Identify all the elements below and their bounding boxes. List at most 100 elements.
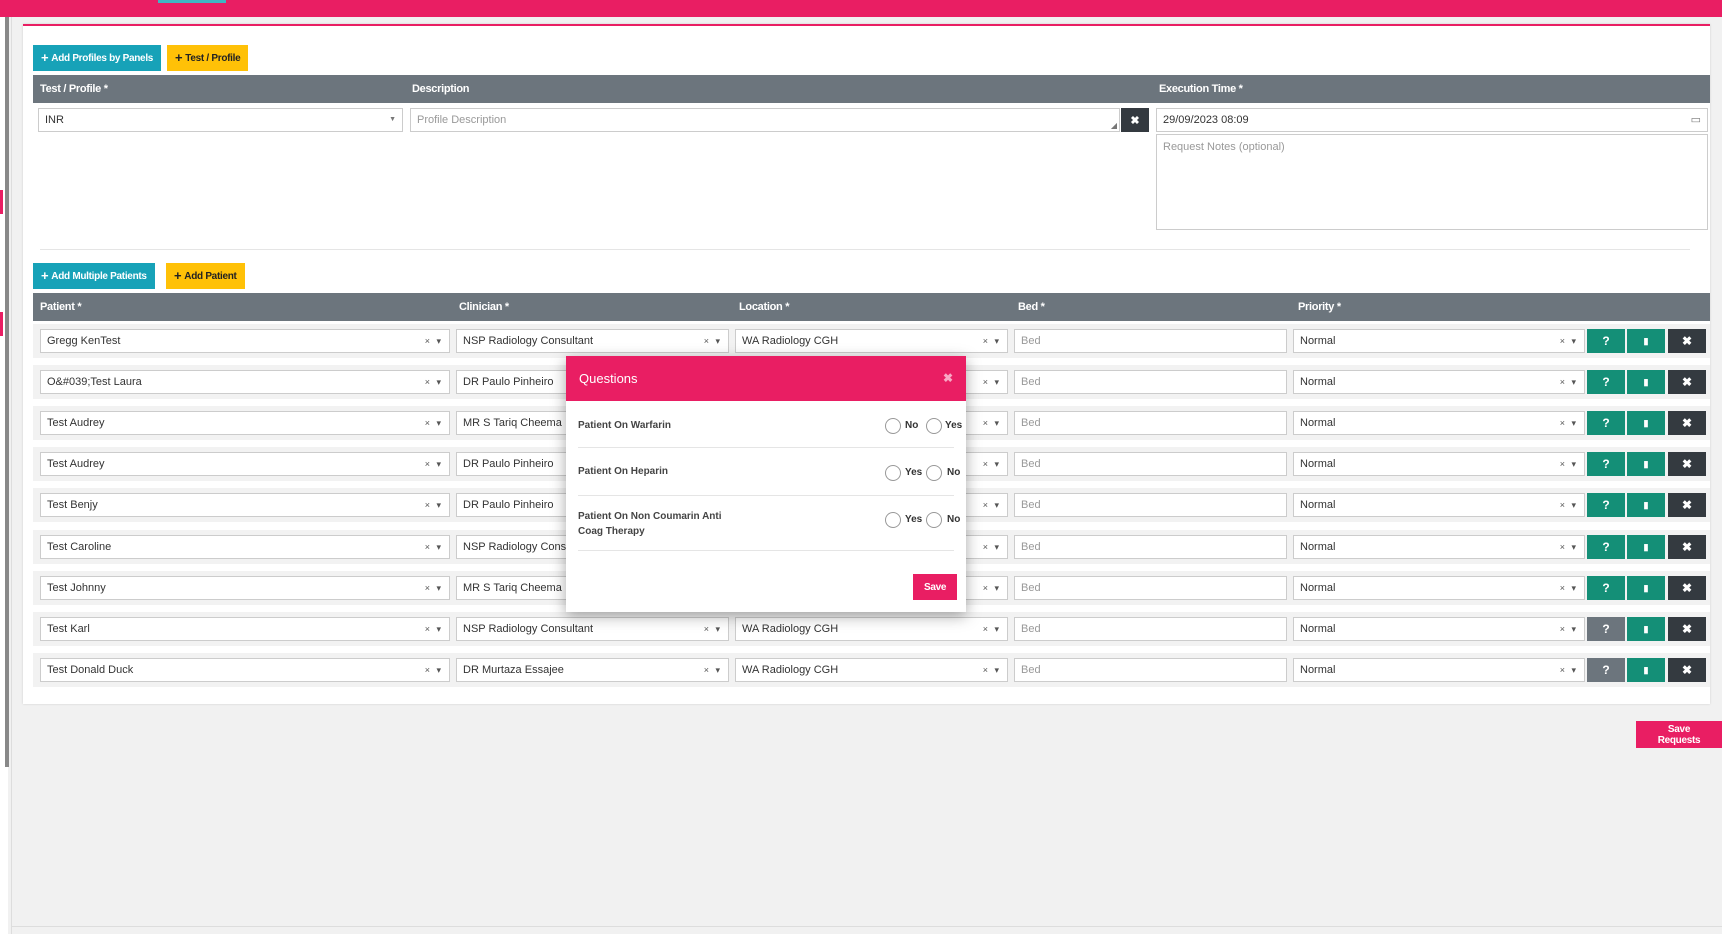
clear-and-chevron-icon[interactable]: × ▾ [1560, 459, 1578, 470]
priority-select[interactable]: Normal × ▾ [1293, 658, 1585, 682]
remove-row-button[interactable]: ✖ [1668, 452, 1706, 476]
remove-row-button[interactable]: ✖ [1668, 658, 1706, 682]
clear-and-chevron-icon[interactable]: × ▾ [425, 583, 443, 594]
remove-row-button[interactable]: ✖ [1668, 576, 1706, 600]
bed-select[interactable]: Bed [1014, 411, 1287, 435]
clear-and-chevron-icon[interactable]: × ▾ [983, 624, 1001, 635]
bed-select[interactable]: Bed [1014, 370, 1287, 394]
test-profile-select[interactable]: INR ▼ [38, 108, 403, 132]
clipboard-button[interactable]: ▮ [1627, 535, 1665, 559]
clear-and-chevron-icon[interactable]: × ▾ [1560, 336, 1578, 347]
priority-select[interactable]: Normal × ▾ [1293, 535, 1585, 559]
bed-select[interactable]: Bed [1014, 576, 1287, 600]
clear-description-button[interactable]: ✖ [1121, 108, 1149, 132]
location-select[interactable]: WA Radiology CGH × ▾ [735, 658, 1008, 682]
clipboard-button[interactable]: ▮ [1627, 617, 1665, 641]
radio-no[interactable] [926, 465, 942, 481]
patient-select[interactable]: Test Caroline × ▾ [40, 535, 450, 559]
questions-button[interactable]: ? [1587, 535, 1625, 559]
radio-yes[interactable] [885, 465, 901, 481]
clear-and-chevron-icon[interactable]: × ▾ [983, 542, 1001, 553]
patient-select[interactable]: Test Benjy × ▾ [40, 493, 450, 517]
remove-row-button[interactable]: ✖ [1668, 535, 1706, 559]
patient-select[interactable]: Test Donald Duck × ▾ [40, 658, 450, 682]
clear-and-chevron-icon[interactable]: × ▾ [425, 624, 443, 635]
remove-row-button[interactable]: ✖ [1668, 329, 1706, 353]
priority-select[interactable]: Normal × ▾ [1293, 493, 1585, 517]
questions-button[interactable]: ? [1587, 658, 1625, 682]
clinician-select[interactable]: NSP Radiology Consultant × ▾ [456, 329, 729, 353]
remove-row-button[interactable]: ✖ [1668, 493, 1706, 517]
request-notes-textarea[interactable]: Request Notes (optional) [1156, 134, 1708, 230]
questions-button[interactable]: ? [1587, 411, 1625, 435]
priority-select[interactable]: Normal × ▾ [1293, 370, 1585, 394]
clear-and-chevron-icon[interactable]: × ▾ [1560, 624, 1578, 635]
clipboard-button[interactable]: ▮ [1627, 576, 1665, 600]
clinician-select[interactable]: DR Murtaza Essajee × ▾ [456, 658, 729, 682]
radio-yes[interactable] [885, 512, 901, 528]
radio-no[interactable] [926, 512, 942, 528]
clear-and-chevron-icon[interactable]: × ▾ [704, 665, 722, 676]
questions-button[interactable]: ? [1587, 452, 1625, 476]
profile-description-input[interactable]: Profile Description ◢ [410, 108, 1120, 132]
remove-row-button[interactable]: ✖ [1668, 617, 1706, 641]
clear-and-chevron-icon[interactable]: × ▾ [983, 459, 1001, 470]
remove-row-button[interactable]: ✖ [1668, 411, 1706, 435]
clipboard-button[interactable]: ▮ [1627, 493, 1665, 517]
questions-button[interactable]: ? [1587, 617, 1625, 641]
patient-select[interactable]: Test Karl × ▾ [40, 617, 450, 641]
add-multiple-patients-button[interactable]: + Add Multiple Patients [33, 263, 155, 289]
radio-no[interactable] [885, 418, 901, 434]
patient-select[interactable]: Test Audrey × ▾ [40, 411, 450, 435]
patient-select[interactable]: O&#039;Test Laura × ▾ [40, 370, 450, 394]
patient-select[interactable]: Test Audrey × ▾ [40, 452, 450, 476]
clear-and-chevron-icon[interactable]: × ▾ [983, 336, 1001, 347]
questions-button[interactable]: ? [1587, 329, 1625, 353]
clear-and-chevron-icon[interactable]: × ▾ [1560, 542, 1578, 553]
clipboard-button[interactable]: ▮ [1627, 658, 1665, 682]
clear-and-chevron-icon[interactable]: × ▾ [425, 336, 443, 347]
location-select[interactable]: WA Radiology CGH × ▾ [735, 617, 1008, 641]
clear-and-chevron-icon[interactable]: × ▾ [983, 583, 1001, 594]
bed-select[interactable]: Bed [1014, 329, 1287, 353]
bed-select[interactable]: Bed [1014, 617, 1287, 641]
clipboard-button[interactable]: ▮ [1627, 370, 1665, 394]
clear-and-chevron-icon[interactable]: × ▾ [425, 418, 443, 429]
clear-and-chevron-icon[interactable]: × ▾ [425, 542, 443, 553]
add-patient-button[interactable]: + Add Patient [166, 263, 245, 289]
save-requests-button[interactable]: Save Requests [1636, 721, 1722, 748]
clipboard-button[interactable]: ▮ [1627, 329, 1665, 353]
close-icon[interactable]: ✖ [943, 371, 953, 385]
priority-select[interactable]: Normal × ▾ [1293, 452, 1585, 476]
clear-and-chevron-icon[interactable]: × ▾ [425, 665, 443, 676]
clear-and-chevron-icon[interactable]: × ▾ [1560, 665, 1578, 676]
clipboard-button[interactable]: ▮ [1627, 411, 1665, 435]
calendar-icon[interactable]: ▭ [1691, 113, 1701, 126]
clear-and-chevron-icon[interactable]: × ▾ [983, 377, 1001, 388]
clear-and-chevron-icon[interactable]: × ▾ [983, 500, 1001, 511]
location-select[interactable]: WA Radiology CGH × ▾ [735, 329, 1008, 353]
remove-row-button[interactable]: ✖ [1668, 370, 1706, 394]
bed-select[interactable]: Bed [1014, 452, 1287, 476]
clinician-select[interactable]: NSP Radiology Consultant × ▾ [456, 617, 729, 641]
questions-button[interactable]: ? [1587, 493, 1625, 517]
clear-and-chevron-icon[interactable]: × ▾ [425, 377, 443, 388]
bed-select[interactable]: Bed [1014, 658, 1287, 682]
questions-button[interactable]: ? [1587, 576, 1625, 600]
clear-and-chevron-icon[interactable]: × ▾ [704, 336, 722, 347]
clear-and-chevron-icon[interactable]: × ▾ [1560, 583, 1578, 594]
clear-and-chevron-icon[interactable]: × ▾ [983, 665, 1001, 676]
clear-and-chevron-icon[interactable]: × ▾ [425, 500, 443, 511]
priority-select[interactable]: Normal × ▾ [1293, 576, 1585, 600]
execution-time-input[interactable]: 29/09/2023 08:09 ▭ [1156, 108, 1708, 132]
add-test-profile-button[interactable]: + Test / Profile [167, 45, 249, 71]
clear-and-chevron-icon[interactable]: × ▾ [1560, 377, 1578, 388]
clear-and-chevron-icon[interactable]: × ▾ [1560, 500, 1578, 511]
clear-and-chevron-icon[interactable]: × ▾ [704, 624, 722, 635]
bed-select[interactable]: Bed [1014, 535, 1287, 559]
patient-select[interactable]: Gregg KenTest × ▾ [40, 329, 450, 353]
radio-yes[interactable] [926, 418, 942, 434]
priority-select[interactable]: Normal × ▾ [1293, 329, 1585, 353]
modal-save-button[interactable]: Save [913, 574, 958, 600]
questions-button[interactable]: ? [1587, 370, 1625, 394]
